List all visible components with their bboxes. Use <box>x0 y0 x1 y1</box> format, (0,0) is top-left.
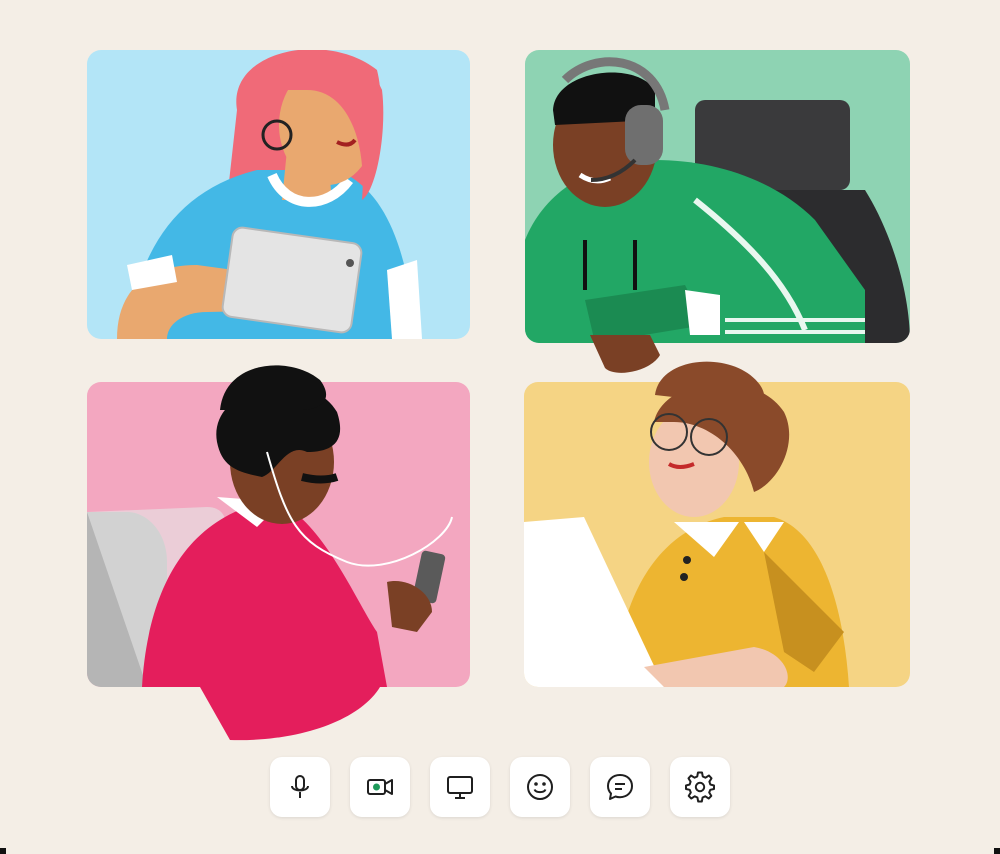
participant-3-illustration <box>87 382 470 687</box>
emoji-button[interactable] <box>510 757 570 817</box>
settings-gear-icon <box>685 771 715 803</box>
microphone-icon <box>291 775 309 798</box>
participant-2-illustration <box>525 50 910 343</box>
screen-share-icon <box>447 776 473 799</box>
corner-mark-right <box>994 848 1000 854</box>
corner-mark-left <box>0 848 6 854</box>
settings-button[interactable] <box>670 757 730 817</box>
video-camera-icon <box>367 779 393 795</box>
emoji-icon <box>527 774 553 800</box>
video-camera-button[interactable] <box>350 757 410 817</box>
participant-tile-2[interactable] <box>525 50 910 343</box>
video-call-stage <box>0 0 1000 854</box>
chat-icon <box>607 774 633 800</box>
microphone-button[interactable] <box>270 757 330 817</box>
participant-tile-3[interactable] <box>87 382 470 687</box>
screen-share-button[interactable] <box>430 757 490 817</box>
participant-tile-4[interactable] <box>524 382 910 687</box>
call-controls-toolbar <box>270 757 730 819</box>
participant-1-illustration <box>87 50 470 339</box>
chat-button[interactable] <box>590 757 650 817</box>
participant-tile-1[interactable] <box>87 50 470 339</box>
participant-4-illustration <box>524 382 910 687</box>
